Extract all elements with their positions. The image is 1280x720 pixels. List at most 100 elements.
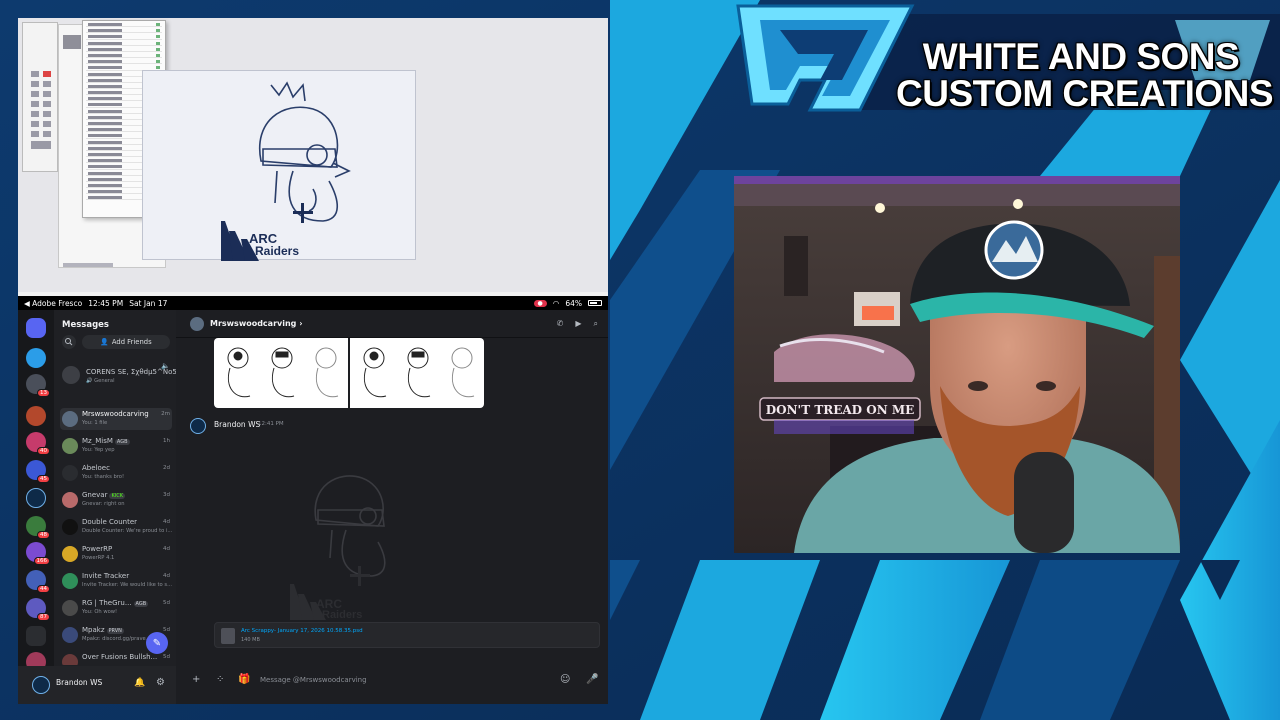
message-input[interactable]: Message @Mrswswoodcarving bbox=[260, 672, 568, 688]
server-icon[interactable] bbox=[26, 348, 46, 368]
server-tag: KICK bbox=[109, 493, 126, 499]
server-icon[interactable]: 87 bbox=[26, 598, 50, 621]
dm-item-double-counter[interactable]: Double Counter Double Counter: We're pro… bbox=[60, 516, 172, 538]
dm-name: Invite Tracker bbox=[82, 572, 130, 580]
phone-icon[interactable]: ✆ bbox=[557, 319, 564, 329]
dm-time: 2d bbox=[163, 465, 170, 471]
direct-messages-button[interactable] bbox=[26, 318, 46, 338]
fresco-window: ARC Raiders bbox=[18, 18, 608, 296]
drawing-canvas[interactable]: ARC Raiders bbox=[142, 70, 416, 261]
folder-icon[interactable] bbox=[26, 626, 46, 646]
channel-title: WHITE AND SONS CUSTOM CREATIONS bbox=[896, 38, 1274, 114]
dm-name: PowerRP bbox=[82, 545, 113, 553]
server-icon[interactable]: 13 bbox=[26, 374, 50, 397]
messages-title: Messages bbox=[62, 320, 109, 330]
avatar bbox=[62, 654, 78, 665]
server-tag: AGB bbox=[133, 601, 149, 607]
avatar bbox=[62, 627, 78, 643]
wifi-icon: ◠ bbox=[552, 298, 560, 308]
dm-name: Double Counter bbox=[82, 518, 138, 526]
video-icon[interactable]: ▶ bbox=[575, 319, 581, 329]
status-time: 12:45 PM bbox=[88, 298, 124, 308]
server-icon[interactable] bbox=[26, 406, 46, 426]
add-friend-icon: 👤 bbox=[100, 338, 109, 346]
avatar bbox=[62, 411, 78, 427]
dm-item-group[interactable]: CORENS SE, Σχθdμ5^No51... 🔊 General 🔈 bbox=[60, 360, 188, 390]
dm-time: 5d bbox=[163, 654, 170, 660]
dm-name: RG | TheGru... bbox=[82, 599, 132, 607]
server-icon[interactable]: 44 bbox=[26, 570, 50, 593]
unread-badge: 13 bbox=[37, 389, 50, 397]
message-image[interactable]: ARC Raiders bbox=[276, 450, 416, 621]
file-attachment[interactable]: Arc Scrappy- January 17, 2026 10.58.35.p… bbox=[214, 622, 600, 648]
avatar bbox=[62, 600, 78, 616]
avatar[interactable] bbox=[190, 418, 206, 434]
dm-time: 4d bbox=[163, 573, 170, 579]
rooster-drawing-icon: ARC Raiders bbox=[221, 81, 351, 261]
unread-badge: 87 bbox=[37, 613, 50, 621]
server-icon[interactable] bbox=[26, 488, 46, 508]
dm-time: 3d bbox=[163, 492, 170, 498]
dm-item-powerrp[interactable]: PowerRP PowerRP 4.1 4d bbox=[60, 543, 172, 565]
status-date: Sat Jan 17 bbox=[129, 298, 168, 308]
channel-title-line2: CUSTOM CREATIONS bbox=[896, 73, 1274, 114]
dm-preview: Invite Tracker: We would like to s... bbox=[82, 582, 173, 588]
server-icon[interactable]: 166 bbox=[26, 542, 50, 565]
gear-icon[interactable]: ⚙ bbox=[156, 677, 165, 688]
battery-icon bbox=[588, 300, 602, 306]
ipad-status-bar: ◀ Adobe Fresco 12:45 PM Sat Jan 17 ● ◠ 6… bbox=[18, 296, 608, 310]
channel-name[interactable]: Mrswswoodcarving › bbox=[210, 319, 303, 328]
unread-badge: 44 bbox=[37, 585, 50, 593]
plus-icon[interactable]: + bbox=[192, 674, 200, 685]
search-icon bbox=[65, 338, 73, 346]
dm-item-mrswswoodcarving[interactable]: Mrswswoodcarving You: 1 file 2m bbox=[60, 408, 172, 430]
message-time: 12:41 PM bbox=[258, 421, 284, 427]
dm-name: Over Fusions Bullsh... bbox=[82, 653, 158, 661]
dm-item-abeloec[interactable]: Abeloec You: thanks bro! 2d bbox=[60, 462, 172, 484]
add-friends-button[interactable]: 👤 Add Friends bbox=[82, 335, 170, 349]
dm-time: 1h bbox=[163, 438, 170, 444]
microphone-icon[interactable]: 🎤 bbox=[586, 674, 598, 685]
dm-name: Mz_MisM bbox=[82, 437, 113, 445]
server-list: 13 40 45 48 166 44 87 bbox=[18, 310, 54, 704]
dm-item-gnevar[interactable]: Gnevar KICK Gnevar: right on 3d bbox=[60, 489, 172, 511]
gift-icon[interactable]: 🎁 bbox=[238, 674, 250, 685]
server-icon[interactable]: 48 bbox=[26, 516, 50, 539]
server-icon[interactable]: 40 bbox=[26, 432, 50, 455]
message-author[interactable]: Brandon WS bbox=[214, 420, 260, 429]
dm-time: 2m bbox=[161, 411, 170, 417]
bell-icon[interactable]: 🔔 bbox=[134, 678, 145, 688]
arc-logo-line2: Raiders bbox=[322, 609, 362, 620]
speaker-icon: 🔈 bbox=[161, 362, 170, 370]
streamer-webcam-image: DON'T TREAD ON ME bbox=[734, 176, 1180, 553]
apps-icon[interactable]: ⁘ bbox=[216, 674, 224, 685]
webcam-feed: DON'T TREAD ON ME bbox=[734, 176, 1180, 553]
avatar bbox=[62, 465, 78, 481]
back-to-app-link[interactable]: ◀ Adobe Fresco bbox=[24, 299, 82, 308]
dm-item-rg-thegru[interactable]: RG | TheGru... AGB You: Oh wow! 5d bbox=[60, 597, 172, 619]
dm-time: 5d bbox=[163, 627, 170, 633]
image-attachments[interactable] bbox=[214, 338, 484, 408]
dm-name: CORENS SE, Σχθdμ5^No51... bbox=[86, 368, 188, 376]
dm-preview: Mpakz: discord.gg/prave... bbox=[82, 636, 151, 642]
server-icon[interactable]: 45 bbox=[26, 460, 50, 483]
new-message-button[interactable]: ✎ bbox=[146, 632, 168, 654]
fresco-toolbar[interactable] bbox=[22, 22, 58, 172]
avatar[interactable] bbox=[32, 676, 50, 694]
search-button[interactable] bbox=[62, 335, 76, 349]
chat-panel: Mrswswoodcarving › ✆ ▶ ⌕ Brandon WS 12:4… bbox=[176, 310, 608, 704]
dm-name: Mrswswoodcarving bbox=[82, 410, 149, 418]
message-composer: + ⁘ 🎁 Message @Mrswswoodcarving ☺ 🎤 bbox=[176, 666, 608, 694]
emoji-icon[interactable]: ☺ bbox=[560, 674, 570, 685]
dm-preview: You: Oh wow! bbox=[82, 609, 118, 615]
dm-preview: 🔊 General bbox=[86, 378, 115, 384]
file-name[interactable]: Arc Scrappy- January 17, 2026 10.58.35.p… bbox=[241, 628, 363, 634]
dm-item-invite-tracker[interactable]: Invite Tracker Invite Tracker: We would … bbox=[60, 570, 172, 592]
chat-header: Mrswswoodcarving › ✆ ▶ ⌕ bbox=[176, 310, 608, 338]
avatar bbox=[62, 546, 78, 562]
dm-preview: You: thanks bro! bbox=[82, 474, 125, 480]
dm-item-mz-mism[interactable]: Mz_MisM AGB You: Yep yep 1h bbox=[60, 435, 172, 457]
search-icon[interactable]: ⌕ bbox=[594, 319, 598, 329]
new-message-icon: ✎ bbox=[152, 637, 162, 649]
avatar bbox=[190, 317, 204, 331]
